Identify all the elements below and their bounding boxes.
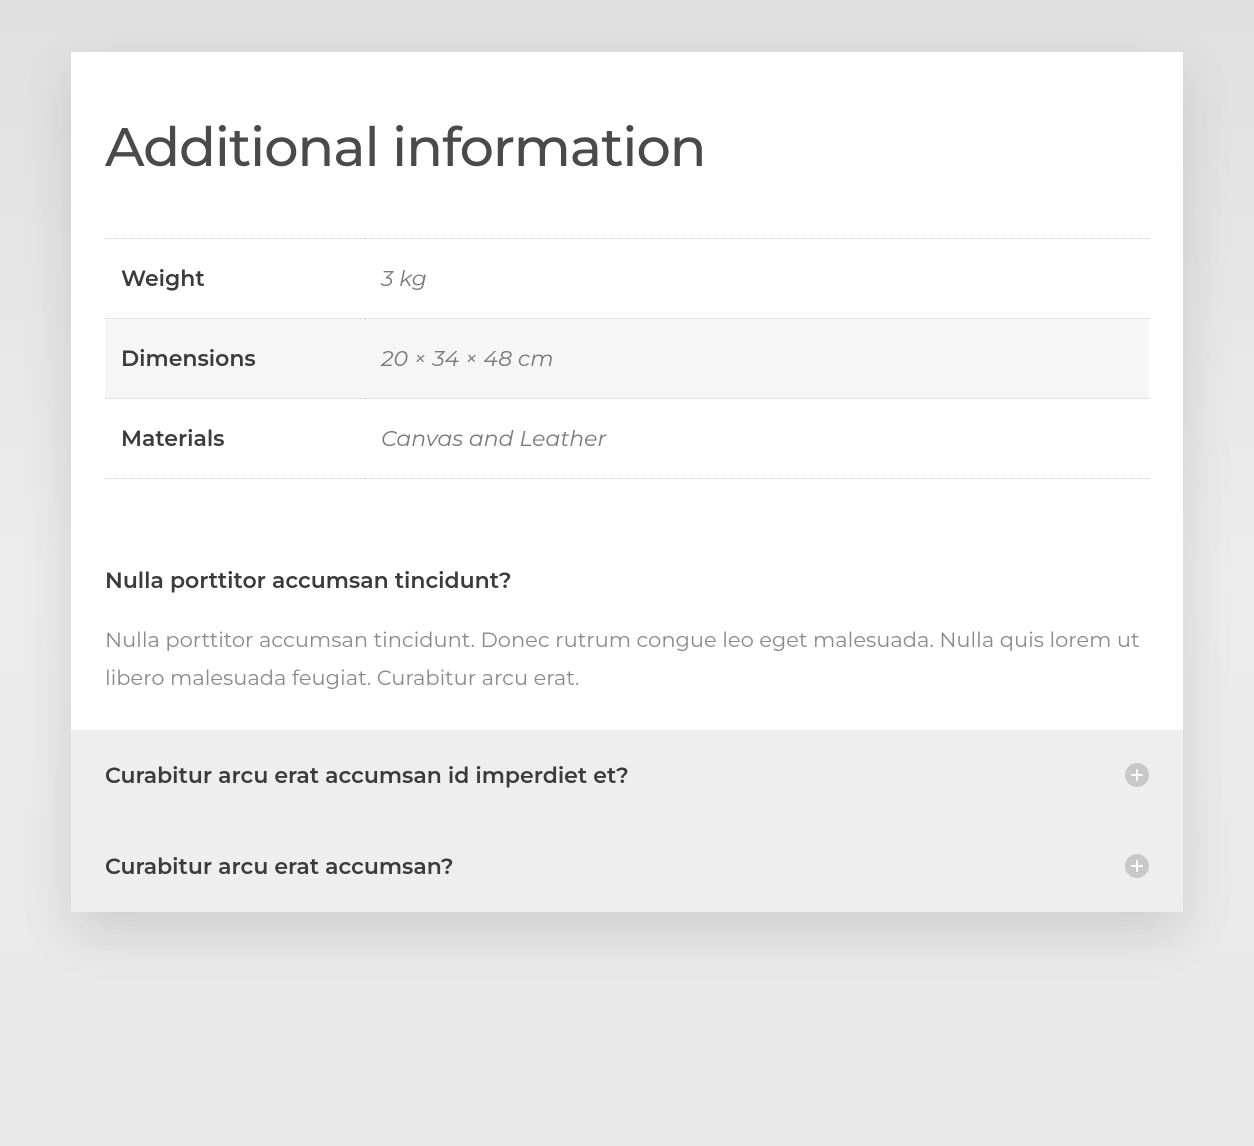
- attr-value-materials: Canvas and Leather: [365, 399, 1149, 479]
- accordion-title-3: Curabitur arcu erat accumsan?: [105, 853, 454, 880]
- accordion-title-2: Curabitur arcu erat accumsan id imperdie…: [105, 762, 629, 789]
- accordion-title-1: Nulla porttitor accumsan tincidunt?: [105, 567, 511, 594]
- accordion-item-1: Nulla porttitor accumsan tincidunt? Null…: [71, 549, 1183, 730]
- table-row: Materials Canvas and Leather: [105, 399, 1149, 479]
- card-inner: Additional information Weight 3 kg Dimen…: [71, 52, 1183, 479]
- accordion-item-3: Curabitur arcu erat accumsan?: [71, 821, 1183, 912]
- page-title: Additional information: [105, 114, 1149, 180]
- attr-value-weight: 3 kg: [365, 239, 1149, 319]
- plus-icon: [1125, 854, 1149, 878]
- accordion-content-1: Nulla porttitor accumsan tincidunt. Done…: [105, 622, 1149, 698]
- accordion-header-1[interactable]: Nulla porttitor accumsan tincidunt?: [105, 567, 1149, 594]
- attr-label-dimensions: Dimensions: [105, 319, 365, 399]
- accordion-item-2: Curabitur arcu erat accumsan id imperdie…: [71, 730, 1183, 821]
- table-row: Weight 3 kg: [105, 239, 1149, 319]
- accordion: Nulla porttitor accumsan tincidunt? Null…: [71, 549, 1183, 912]
- accordion-header-3[interactable]: Curabitur arcu erat accumsan?: [105, 853, 1149, 880]
- plus-icon: [1125, 763, 1149, 787]
- attr-label-weight: Weight: [105, 239, 365, 319]
- attr-value-dimensions: 20 × 34 × 48 cm: [365, 319, 1149, 399]
- attr-label-materials: Materials: [105, 399, 365, 479]
- accordion-header-2[interactable]: Curabitur arcu erat accumsan id imperdie…: [105, 762, 1149, 789]
- info-card: Additional information Weight 3 kg Dimen…: [71, 52, 1183, 912]
- attributes-table: Weight 3 kg Dimensions 20 × 34 × 48 cm M…: [105, 238, 1149, 479]
- table-row: Dimensions 20 × 34 × 48 cm: [105, 319, 1149, 399]
